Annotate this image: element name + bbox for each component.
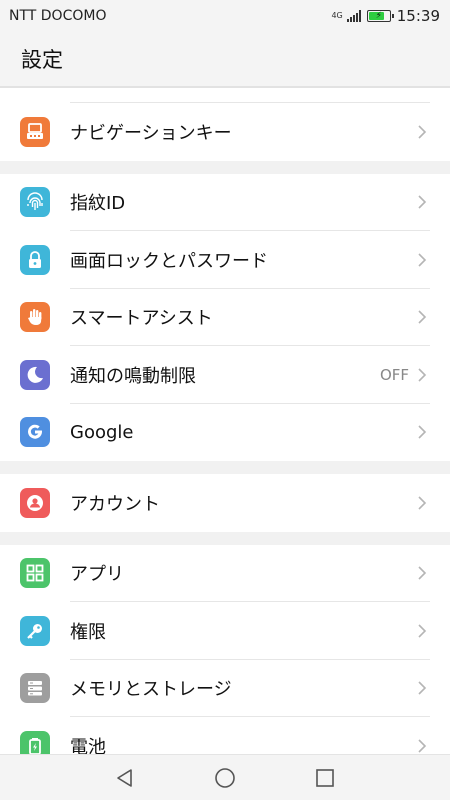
account-icon (20, 487, 50, 518)
battery-status-icon: ⚡ (366, 10, 394, 22)
chevron-right-icon (416, 194, 428, 210)
status-bar: NTT DOCOMO 4G ⚡ 15:39 (0, 0, 450, 32)
settings-item-key[interactable]: 権限 (0, 602, 450, 660)
settings-item-label: ナビゲーションキー (70, 122, 232, 144)
settings-item-account[interactable]: アカウント (0, 474, 450, 532)
app-header: 設定 (0, 32, 450, 88)
chevron-right-icon (416, 680, 428, 696)
chevron-right-icon (416, 309, 428, 325)
clock: 15:39 (396, 7, 440, 25)
chevron-right-icon (416, 738, 428, 754)
moon-icon (20, 359, 50, 390)
settings-item-label: 画面ロックとパスワード (70, 250, 268, 272)
chevron-right-icon (416, 252, 428, 268)
chevron-right-icon (416, 623, 428, 639)
settings-item-label: 電池 (70, 736, 106, 754)
carrier-label: NTT DOCOMO (9, 8, 107, 24)
settings-item-label: 権限 (70, 621, 106, 643)
home-icon[interactable] (213, 766, 237, 790)
settings-item-navigation-key[interactable]: ナビゲーションキー (0, 103, 450, 161)
chevron-right-icon (416, 424, 428, 440)
settings-item-google[interactable]: Google (0, 403, 450, 461)
key-icon (20, 615, 50, 646)
section-divider (0, 531, 450, 545)
section-divider (0, 160, 450, 174)
chevron-right-icon (416, 495, 428, 511)
page-title: 設定 (21, 48, 63, 72)
fingerprint-icon (20, 187, 50, 218)
chevron-right-icon (416, 367, 428, 383)
settings-item-lock[interactable]: 画面ロックとパスワード (0, 231, 450, 289)
settings-item-storage[interactable]: メモリとストレージ (0, 659, 450, 717)
list-top-spacer (0, 90, 450, 103)
network-type: 4G (331, 11, 343, 20)
apps-icon (20, 558, 50, 589)
chevron-right-icon (416, 565, 428, 581)
hand-icon (20, 302, 50, 333)
battery-icon (20, 730, 50, 754)
settings-list[interactable]: ナビゲーションキー 指紋ID 画面ロックとパスワード スマートアシスト 通知の鳴動制限 O… (0, 90, 450, 754)
navigation-key-icon (20, 116, 50, 147)
settings-item-label: アカウント (70, 493, 160, 515)
settings-item-hand[interactable]: スマートアシスト (0, 288, 450, 346)
status-icons: 4G ⚡ 15:39 (331, 7, 440, 25)
settings-item-battery[interactable]: 電池 (0, 717, 450, 754)
signal-icon (346, 10, 361, 22)
recents-icon[interactable] (313, 766, 337, 790)
settings-item-label: Google (70, 421, 134, 443)
back-icon[interactable] (113, 766, 137, 790)
settings-item-label: 通知の鳴動制限 (70, 365, 196, 387)
settings-item-label: アプリ (70, 564, 124, 586)
lock-icon (20, 244, 50, 275)
settings-item-label: スマートアシスト (70, 308, 213, 330)
settings-item-fingerprint[interactable]: 指紋ID (0, 173, 450, 231)
storage-icon (20, 673, 50, 704)
settings-item-label: メモリとストレージ (70, 679, 232, 701)
settings-item-moon[interactable]: 通知の鳴動制限 OFF (0, 346, 450, 404)
chevron-right-icon (416, 124, 428, 140)
settings-item-apps[interactable]: アプリ (0, 544, 450, 602)
navigation-bar (0, 754, 450, 800)
settings-item-value: OFF (379, 365, 409, 384)
settings-item-label: 指紋ID (70, 193, 126, 215)
google-icon (20, 417, 50, 448)
section-divider (0, 461, 450, 474)
